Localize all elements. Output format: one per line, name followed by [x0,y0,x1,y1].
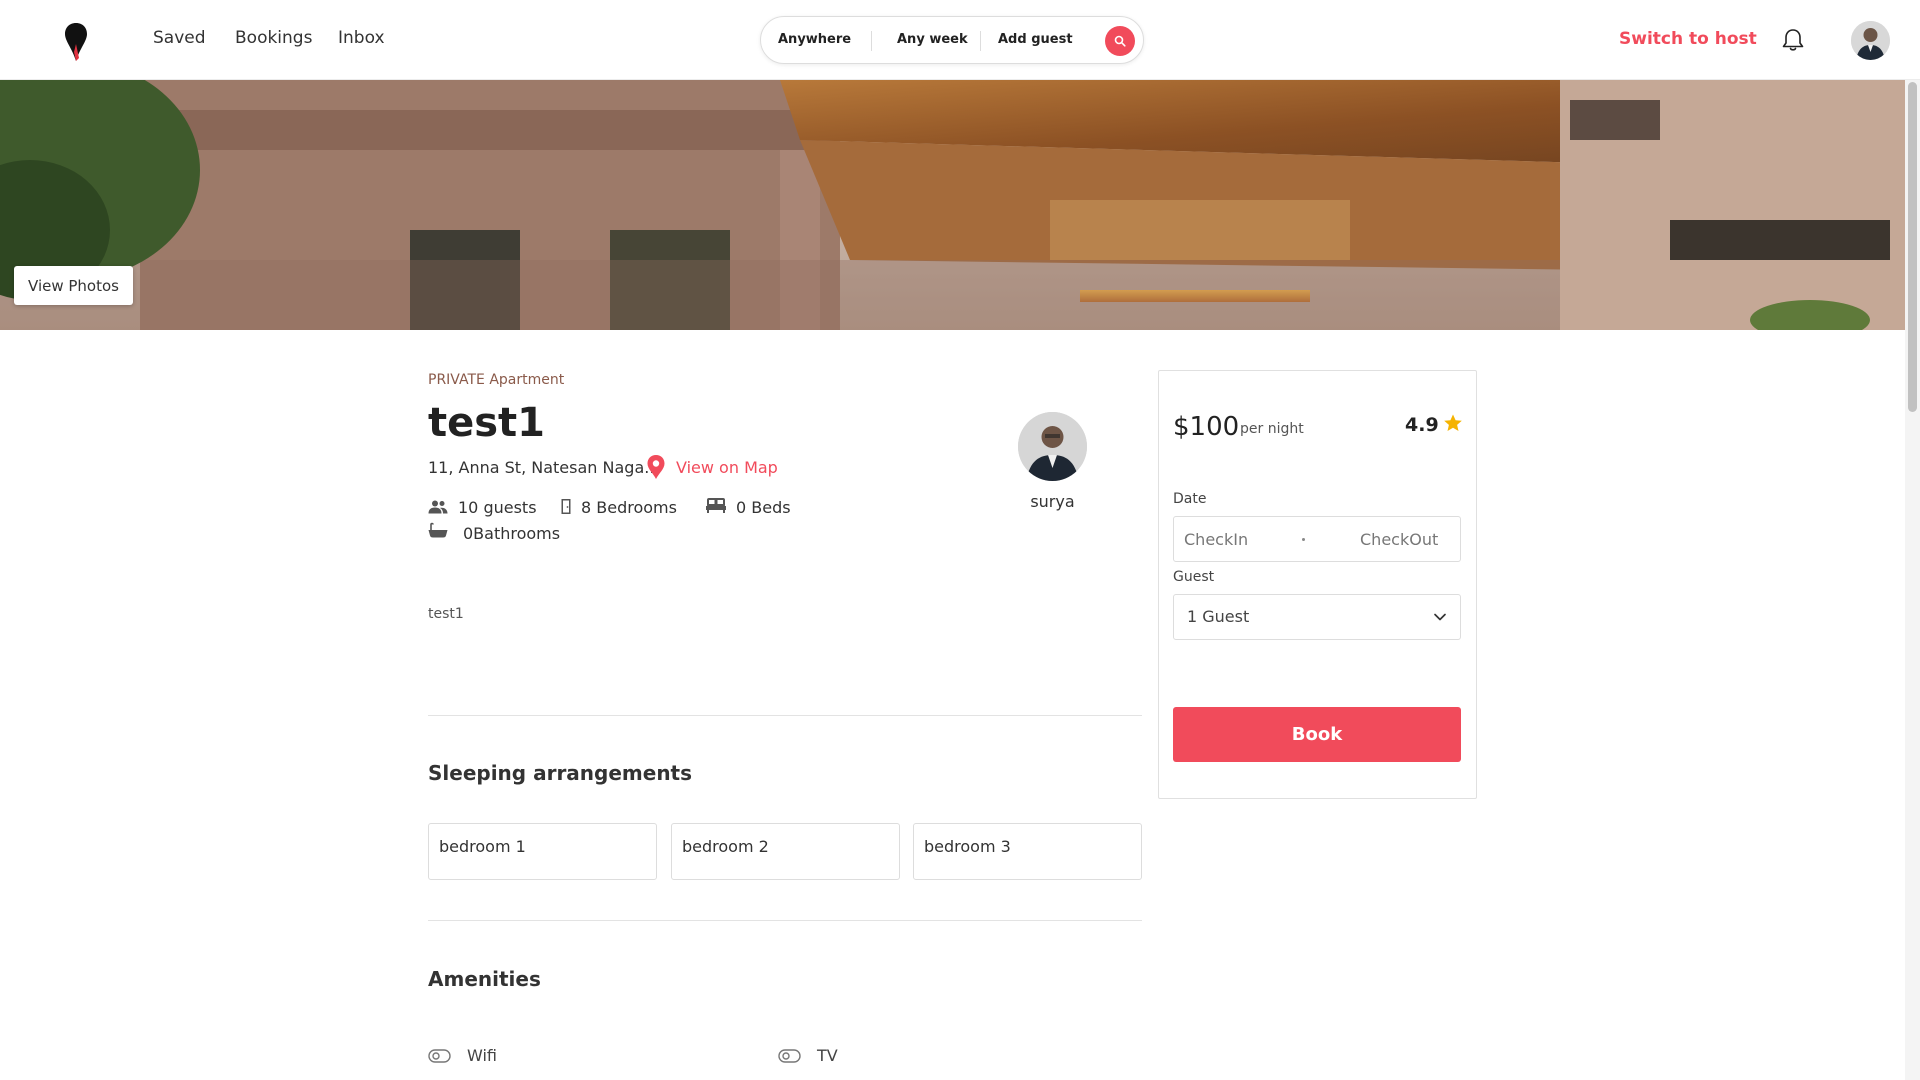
listing-address: 11, Anna St, Natesan Naga... [428,458,660,477]
bed-icon [706,498,726,513]
book-button[interactable]: Book [1173,707,1461,762]
bedroom-card: bedroom 1 [428,823,657,880]
listing-description: test1 [428,606,464,622]
checkin-input[interactable]: CheckIn [1184,530,1248,549]
switch-to-host-link[interactable]: Switch to host [1619,29,1757,49]
price-unit: per night [1240,421,1304,437]
amenities-heading: Amenities [428,967,541,991]
rating-value: 4.9 [1405,414,1439,436]
nav-inbox[interactable]: Inbox [338,28,385,48]
search-icon [1114,35,1126,47]
logo-pin-icon[interactable] [64,22,88,62]
search-add-guest[interactable]: Add guest [998,32,1073,47]
search-bar[interactable]: Anywhere Any week Add guest [760,16,1144,64]
people-icon [428,500,448,514]
sleeping-arrangements-heading: Sleeping arrangements [428,761,693,785]
host-name: surya [1030,492,1075,511]
listing-title: test1 [428,400,546,446]
hero-photo[interactable] [0,80,1905,330]
section-divider [428,920,1142,921]
user-avatar[interactable] [1851,21,1890,60]
nav-saved[interactable]: Saved [153,28,206,48]
property-type: PRIVATE Apartment [428,372,565,388]
top-navbar: Saved Bookings Inbox Anywhere Any week A… [0,0,1920,80]
chevron-down-icon[interactable] [1432,609,1448,625]
bedroom-card: bedroom 2 [671,823,900,880]
amenity-wifi: Wifi [467,1046,497,1065]
bell-icon[interactable] [1780,27,1806,53]
view-on-map-link[interactable]: View on Map [676,458,778,477]
date-separator [1302,538,1305,541]
scrollbar-thumb[interactable] [1908,82,1917,412]
search-any-week[interactable]: Any week [897,32,968,47]
search-divider [871,31,872,51]
bathrooms-count: 0Bathrooms [463,524,561,543]
map-pin-icon [647,455,665,479]
search-anywhere[interactable]: Anywhere [778,32,851,47]
guest-label: Guest [1173,569,1215,585]
bathtub-icon [428,522,448,538]
amenity-tv: TV [817,1046,838,1065]
nav-bookings[interactable]: Bookings [235,28,312,48]
star-icon [1444,414,1462,431]
date-label: Date [1173,491,1207,507]
checkout-input[interactable]: CheckOut [1360,530,1438,549]
host-avatar[interactable] [1018,412,1087,481]
beds-count: 0 Beds [736,498,791,517]
wifi-amenity-icon [428,1049,451,1063]
view-photos-button[interactable]: View Photos [14,266,133,305]
guests-count: 10 guests [458,498,537,517]
door-icon [561,499,571,514]
bedroom-card: bedroom 3 [913,823,1142,880]
price-value: $100 [1173,412,1240,442]
guest-select-value[interactable]: 1 Guest [1187,607,1249,626]
search-button[interactable] [1105,26,1135,56]
bedrooms-count: 8 Bedrooms [581,498,677,517]
section-divider [428,715,1142,716]
search-divider [980,31,981,51]
tv-amenity-icon [778,1049,801,1063]
